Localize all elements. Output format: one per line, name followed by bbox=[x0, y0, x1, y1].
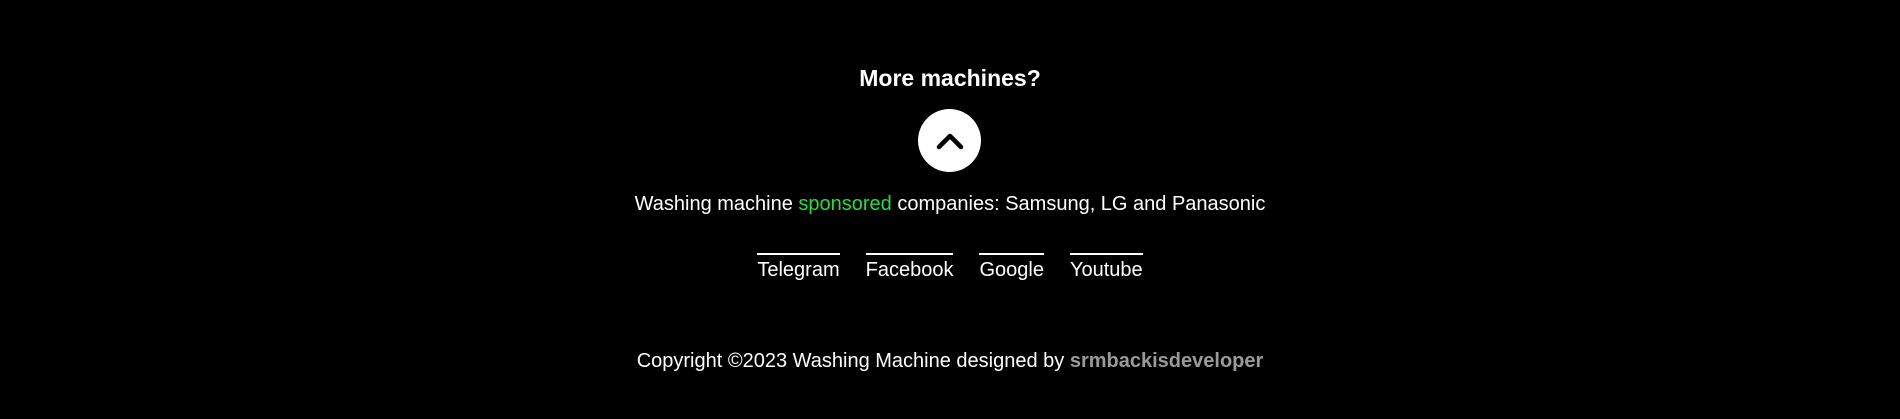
site-footer: More machines? Washing machine sponsored… bbox=[0, 0, 1900, 419]
social-link-telegram[interactable]: Telegram bbox=[757, 253, 840, 284]
sponsor-highlight: sponsored bbox=[798, 193, 892, 215]
social-link-google[interactable]: Google bbox=[979, 253, 1044, 284]
chevron-up-icon bbox=[936, 133, 963, 149]
social-links: Telegram Facebook Google Youtube bbox=[0, 253, 1900, 284]
footer-heading: More machines? bbox=[859, 65, 1041, 91]
sponsor-line: Washing machine sponsored companies: Sam… bbox=[0, 190, 1900, 218]
sponsor-suffix: companies: Samsung, LG and Panasonic bbox=[891, 193, 1266, 215]
copyright-line: Copyright ©2023 Washing Machine designed… bbox=[0, 347, 1900, 375]
copyright-text: Copyright ©2023 Washing Machine designed… bbox=[636, 350, 1070, 372]
social-link-facebook[interactable]: Facebook bbox=[865, 253, 954, 284]
scroll-up-button[interactable] bbox=[918, 109, 981, 172]
sponsor-prefix: Washing machine bbox=[634, 193, 799, 215]
social-link-youtube[interactable]: Youtube bbox=[1069, 253, 1143, 284]
author-link[interactable]: srmbackisdeveloper bbox=[1070, 350, 1263, 372]
